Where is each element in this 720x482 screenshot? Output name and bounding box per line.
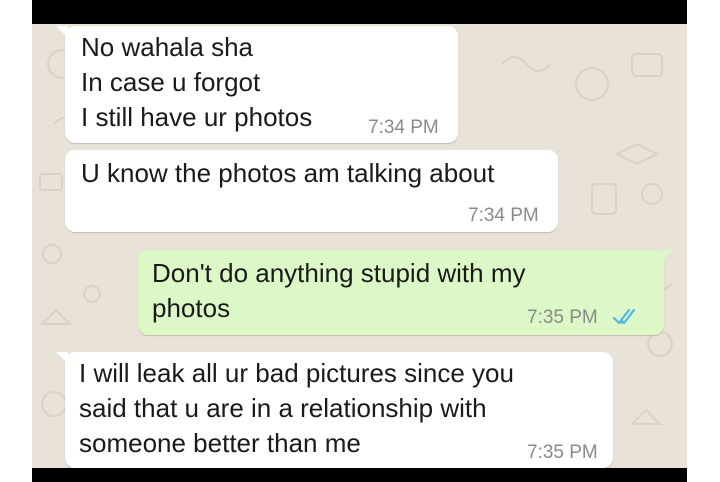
message-text-line: I still have ur photos xyxy=(81,102,313,132)
message-timestamp: 7:35 PM xyxy=(527,307,598,328)
message-bubble-incoming[interactable]: I will leak all ur bad pictures since yo… xyxy=(56,352,613,468)
letterbox-bottom xyxy=(32,468,687,482)
message-text-line: I will leak all ur bad pictures since yo… xyxy=(79,358,514,388)
message-text-line: photos xyxy=(152,293,231,323)
message-bubble-outgoing[interactable]: Don't do anything stupid with my photos … xyxy=(138,250,673,335)
message-timestamp: 7:34 PM xyxy=(368,117,439,138)
double-check-read-icon xyxy=(612,308,636,325)
message-text-line: said that u are in a relationship with xyxy=(79,393,487,423)
bubble-tail xyxy=(56,26,68,38)
message-text-line: U know the photos am talking about xyxy=(81,158,495,188)
bubble-tail xyxy=(56,352,68,364)
letterbox-top xyxy=(32,0,687,24)
message-bubble-incoming[interactable]: U know the photos am talking about 7:34 … xyxy=(65,150,558,232)
message-text-line: Don't do anything stupid with my xyxy=(152,258,526,288)
message-text-line: In case u forgot xyxy=(81,67,261,97)
message-text-line: someone better than me xyxy=(79,428,361,458)
message-timestamp: 7:34 PM xyxy=(468,205,539,226)
screenshot-frame: No wahala sha In case u forgot I still h… xyxy=(0,0,720,482)
message-timestamp: 7:35 PM xyxy=(527,442,598,463)
chat-conversation[interactable]: No wahala sha In case u forgot I still h… xyxy=(32,24,687,468)
message-text-line: No wahala sha xyxy=(81,32,253,62)
bubble-tail xyxy=(661,250,673,262)
message-bubble-incoming[interactable]: No wahala sha In case u forgot I still h… xyxy=(56,26,458,143)
